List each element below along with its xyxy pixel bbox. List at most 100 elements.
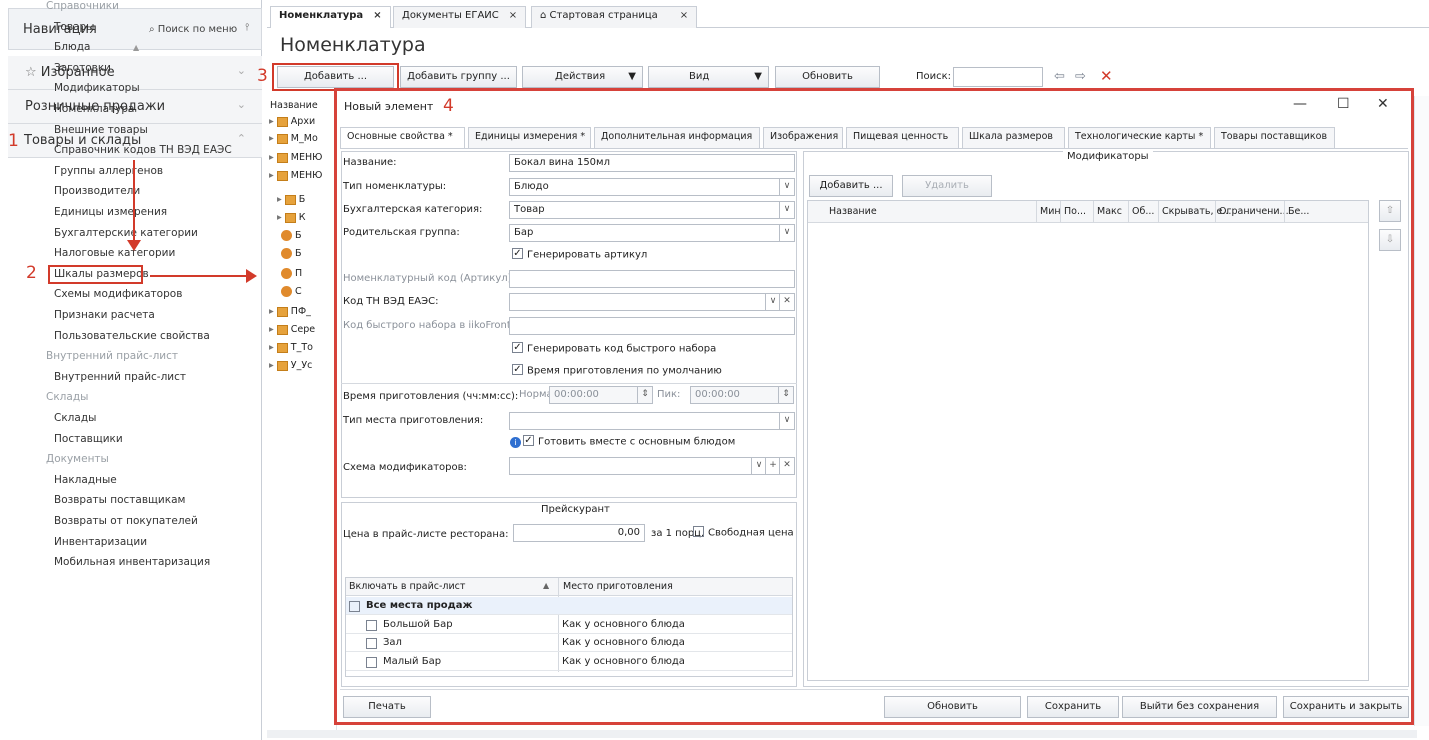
accounting-category-select[interactable]: Товар ∨ — [509, 201, 795, 219]
save-and-close-button[interactable]: Сохранить и закрыть — [1283, 696, 1409, 718]
chevron-down-icon[interactable]: ∨ — [779, 412, 794, 430]
pin-icon[interactable]: ⫯ — [245, 22, 249, 33]
modifiers-column-header[interactable]: По... — [1064, 206, 1086, 217]
include-column-header[interactable]: Включать в прайс-лист — [349, 581, 465, 592]
dialog-tab[interactable]: Дополнительная информация — [594, 127, 760, 148]
place-column-header[interactable]: Место приготовления — [563, 581, 673, 592]
nav-item[interactable]: Номенклатура — [54, 103, 134, 115]
nav-item[interactable]: Внешние товары — [54, 124, 148, 136]
nav-item[interactable]: Пользовательские свойства — [54, 330, 210, 342]
arrow-right-icon[interactable]: ⇨ — [1075, 69, 1086, 84]
close-icon[interactable]: ✕ — [1377, 96, 1389, 112]
modifiers-column-header[interactable]: Мин — [1040, 206, 1061, 217]
tree-row[interactable]: П — [281, 268, 302, 279]
expand-icon[interactable]: ▸ — [269, 360, 277, 371]
expand-icon[interactable]: ▸ — [269, 306, 277, 317]
refresh-button[interactable]: Обновить — [775, 66, 880, 88]
view-dropdown[interactable]: Вид ▼ — [648, 66, 769, 88]
move-down-icon[interactable]: ⇩ — [1379, 229, 1401, 251]
modifiers-column-header[interactable]: Макс — [1097, 206, 1122, 217]
expand-icon[interactable]: ▸ — [269, 342, 277, 353]
nav-item[interactable]: Налоговые категории — [54, 247, 175, 259]
dialog-tab[interactable]: Единицы измерения * — [468, 127, 591, 148]
modifiers-column-header[interactable]: Название — [829, 206, 877, 217]
modifiers-column-header[interactable]: Об... — [1132, 206, 1154, 217]
tab-start-page[interactable]: ⌂ Стартовая страница × — [531, 6, 698, 28]
tnved-code-select[interactable]: ∨ ✕ — [509, 293, 795, 311]
chevron-down-icon[interactable]: ∨ — [751, 457, 766, 475]
clear-icon[interactable]: ✕ — [779, 457, 794, 475]
expand-icon[interactable]: ▸ — [269, 324, 277, 335]
nav-item[interactable]: Возвраты от покупателей — [54, 515, 198, 527]
parent-group-select[interactable]: Бар ∨ — [509, 224, 795, 242]
save-button[interactable]: Сохранить — [1027, 696, 1119, 718]
move-up-icon[interactable]: ⇧ — [1379, 200, 1401, 222]
nav-item[interactable]: Внутренний прайс-лист — [54, 371, 186, 383]
expand-icon[interactable]: ▸ — [277, 194, 285, 205]
dialog-tab[interactable]: Пищевая ценность — [846, 127, 959, 148]
nav-item[interactable]: Бухгалтерские категории — [54, 227, 198, 239]
chevron-down-icon[interactable]: ∨ — [779, 201, 794, 219]
nav-item[interactable]: Инвентаризации — [54, 536, 147, 548]
tree-row[interactable]: ▸ МЕНЮ — [269, 152, 322, 163]
dialog-tab[interactable]: Изображения — [763, 127, 843, 148]
minimize-icon[interactable]: — — [1293, 96, 1307, 112]
nav-section-retail[interactable]: Розничные продажи ⌄ — [8, 90, 262, 124]
nav-item[interactable]: Блюда — [54, 41, 90, 53]
nav-item[interactable]: Накладные — [54, 474, 117, 486]
tree-row[interactable]: ▸ МЕНЮ — [269, 170, 322, 181]
clear-search-icon[interactable]: ✕ — [1100, 67, 1113, 85]
search-input[interactable] — [953, 67, 1043, 87]
maximize-icon[interactable]: ☐ — [1337, 96, 1350, 112]
nav-item[interactable]: Мобильная инвентаризация — [54, 556, 210, 568]
nav-item[interactable]: Справочник кодов ТН ВЭД ЕАЭС — [54, 144, 232, 156]
table-row[interactable]: Малый Бар Как у основного блюда — [346, 653, 792, 671]
nav-item[interactable]: Заготовки — [54, 62, 111, 74]
checkbox-icon[interactable] — [366, 619, 377, 631]
dialog-tab[interactable]: Основные свойства * — [340, 127, 465, 148]
place-type-select[interactable]: ∨ — [509, 412, 795, 430]
generate-fast-code-checkbox[interactable]: ✓ Генерировать код быстрого набора — [512, 342, 716, 355]
exit-without-saving-button[interactable]: Выйти без сохранения — [1122, 696, 1277, 718]
table-row[interactable]: Большой Бар Как у основного блюда — [346, 616, 792, 634]
tree-row[interactable]: С — [281, 286, 302, 297]
menu-search-link[interactable]: ⌕ Поиск по меню — [149, 24, 237, 35]
close-icon[interactable]: × — [509, 10, 517, 21]
tree-row[interactable]: ▸ Б — [277, 194, 305, 205]
cook-with-main-checkbox[interactable]: i ✓ Готовить вместе с основным блюдом — [510, 435, 735, 448]
name-input[interactable]: Бокал вина 150мл — [509, 154, 795, 172]
tree-row[interactable]: ▸ К — [277, 212, 306, 223]
checkbox-icon[interactable] — [349, 601, 360, 612]
checkbox-icon[interactable] — [366, 638, 377, 650]
tab-egais[interactable]: Документы ЕГАИС × — [393, 6, 527, 28]
table-row[interactable]: Зал Как у основного блюда — [346, 634, 792, 653]
tree-row[interactable]: ▸ Сере — [269, 324, 315, 335]
checkbox-icon[interactable] — [366, 656, 377, 668]
type-select[interactable]: Блюдо ∨ — [509, 178, 795, 196]
chevron-down-icon[interactable]: ∨ — [779, 224, 794, 242]
fast-code-input[interactable] — [509, 317, 795, 335]
tree-row[interactable]: ▸ М_Мо — [269, 133, 318, 144]
collapse-caret-icon[interactable]: ▲ — [133, 43, 139, 52]
norm-time-input[interactable]: 00:00:00 ⇕ — [549, 386, 653, 404]
expand-icon[interactable]: ▸ — [269, 116, 277, 127]
tab-nomenclature[interactable]: Номенклатура × — [270, 6, 391, 28]
spinner-icon[interactable]: ⇕ — [778, 386, 793, 404]
chevron-down-icon[interactable]: ∨ — [779, 178, 794, 196]
nav-item[interactable]: Единицы измерения — [54, 206, 167, 218]
expand-icon[interactable]: ▸ — [277, 212, 285, 223]
peak-time-input[interactable]: 00:00:00 ⇕ — [690, 386, 794, 404]
nav-item[interactable]: Возвраты поставщикам — [54, 494, 185, 506]
article-code-input[interactable] — [509, 270, 795, 288]
print-button[interactable]: Печать — [343, 696, 431, 718]
nav-item[interactable]: Товары — [54, 21, 94, 33]
add-icon[interactable]: + — [765, 457, 780, 475]
close-icon[interactable]: × — [373, 10, 381, 21]
add-group-button[interactable]: Добавить группу ... — [400, 66, 517, 88]
price-input[interactable]: 0,00 — [513, 524, 645, 542]
arrow-left-icon[interactable]: ⇦ — [1054, 69, 1065, 84]
horizontal-scrollbar[interactable] — [267, 730, 1417, 738]
dialog-tab[interactable]: Технологические карты * — [1068, 127, 1211, 148]
tree-row[interactable]: ▸ Т_То — [269, 342, 313, 353]
expand-icon[interactable]: ▸ — [269, 152, 277, 163]
